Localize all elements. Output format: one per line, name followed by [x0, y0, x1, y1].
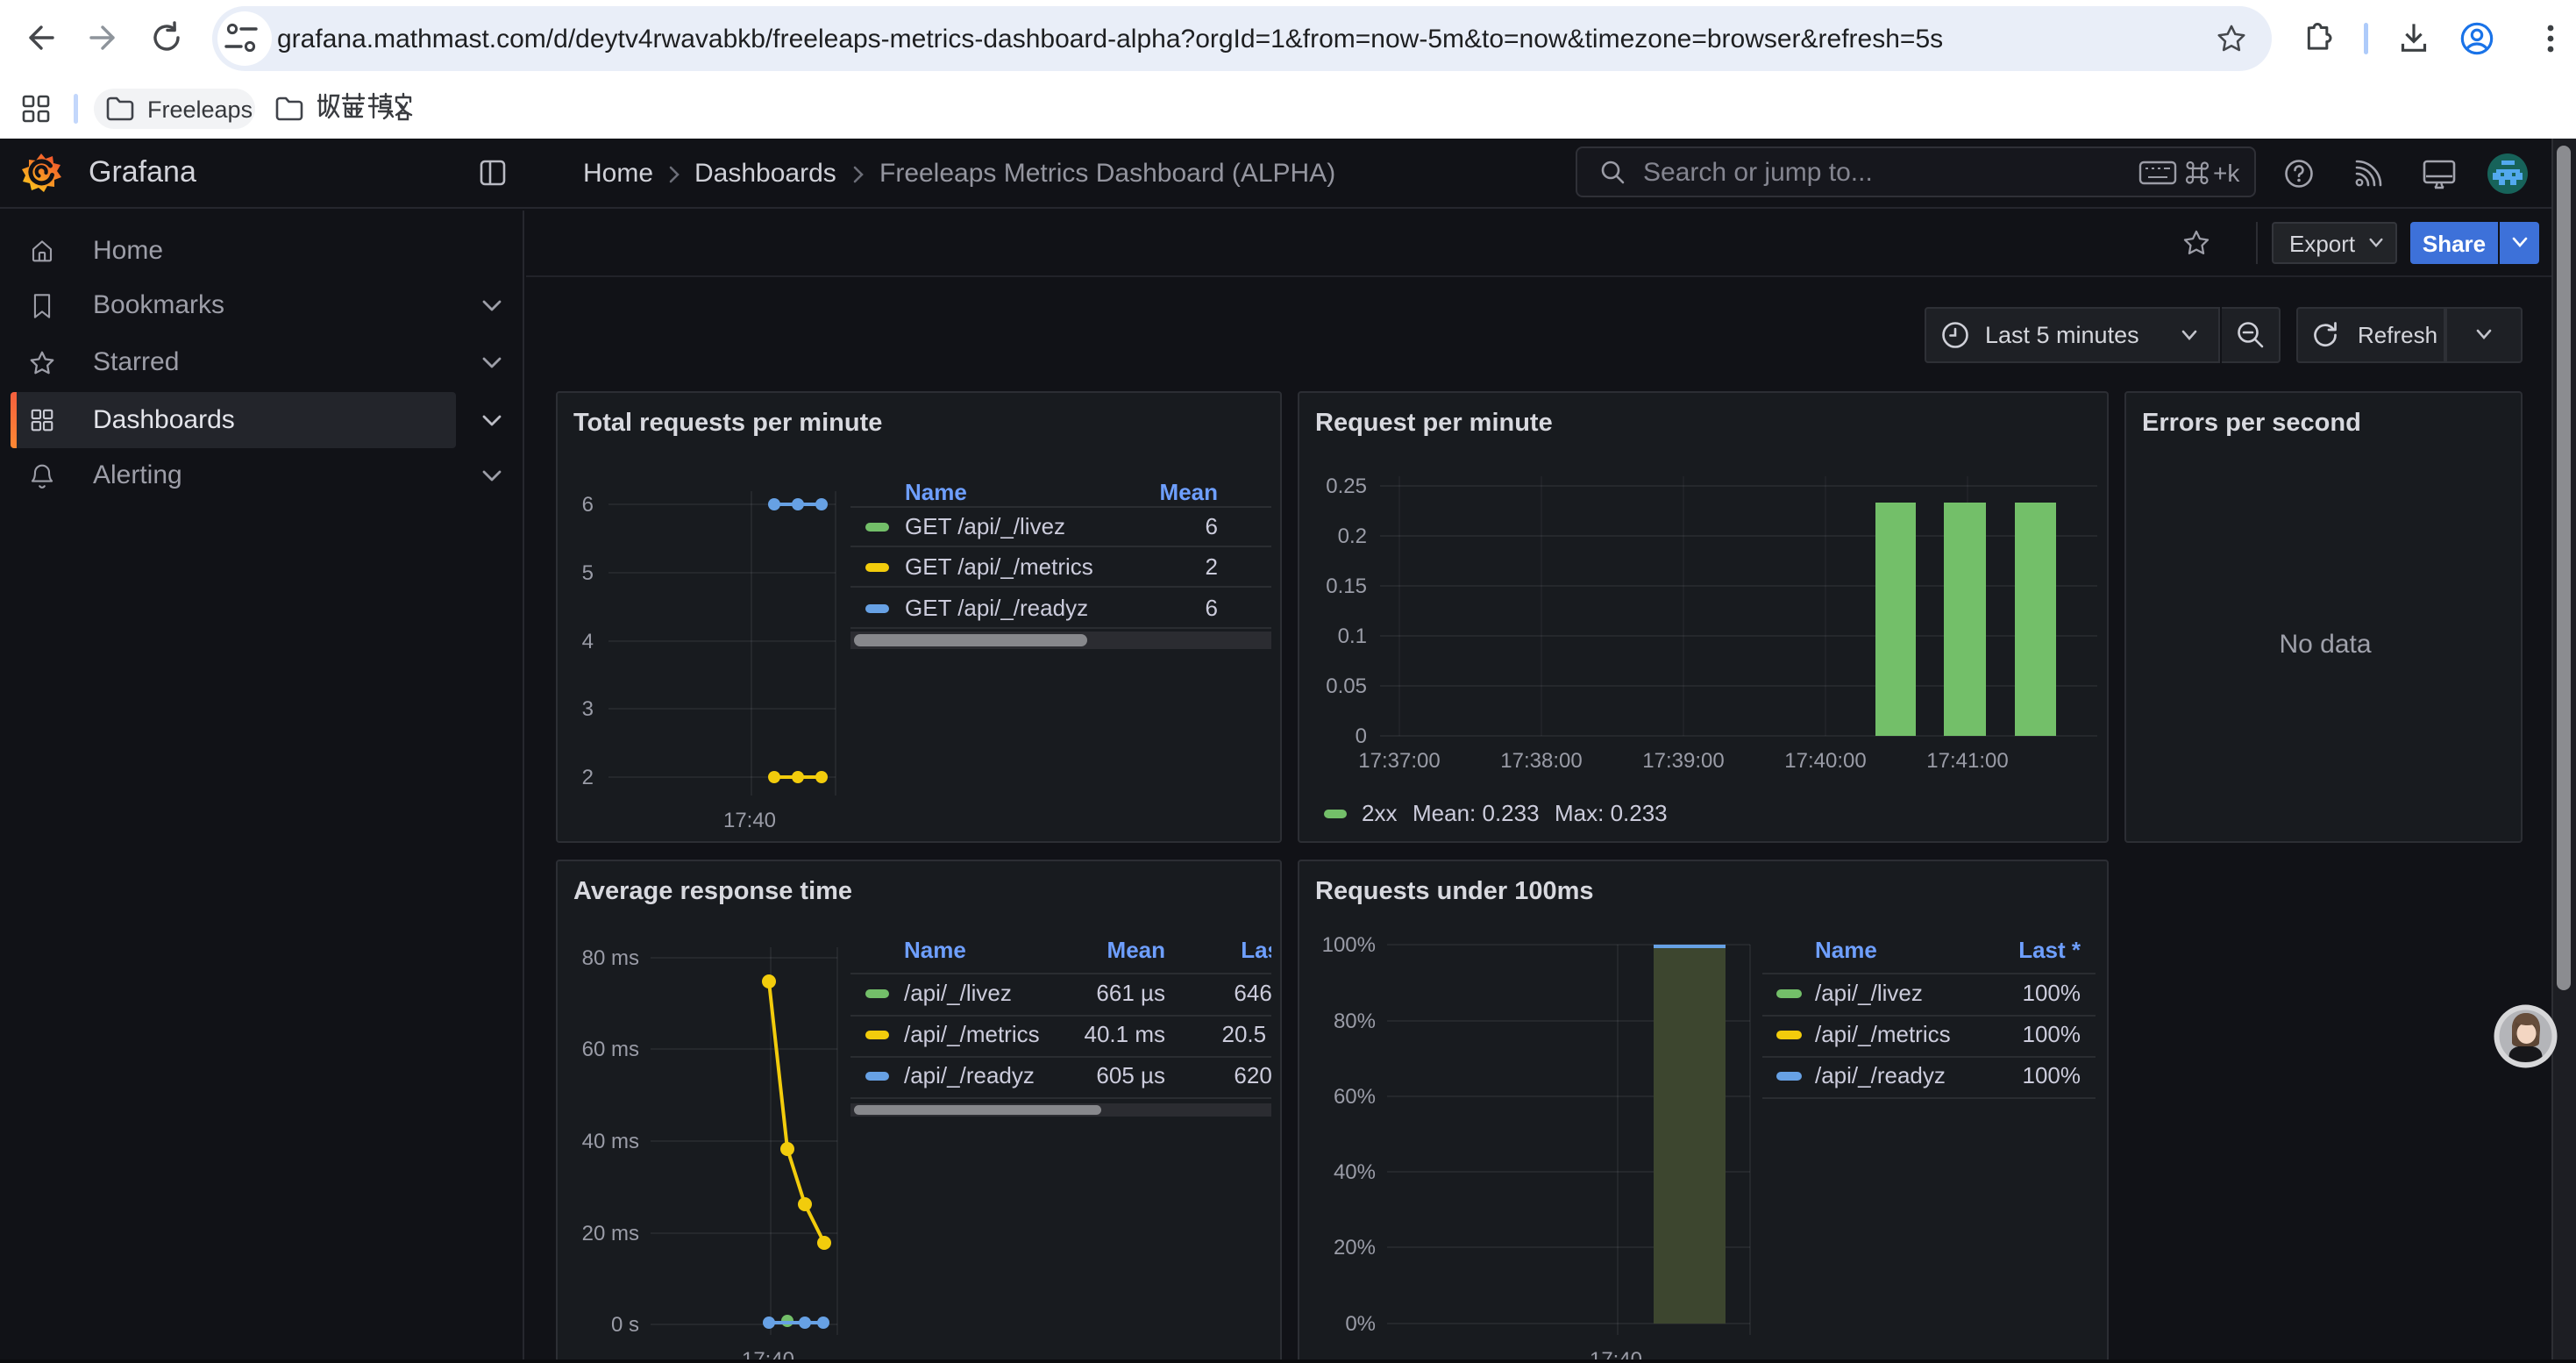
- svg-text:0.15: 0.15: [1326, 574, 1367, 598]
- svg-text:0.25: 0.25: [1326, 475, 1367, 498]
- svg-text:0%: 0%: [1345, 1312, 1376, 1336]
- svg-text:0.1: 0.1: [1338, 624, 1367, 648]
- svg-text:17:40:00: 17:40:00: [1784, 749, 1866, 773]
- svg-text:60 ms: 60 ms: [582, 1038, 639, 1061]
- svg-text:80 ms: 80 ms: [582, 946, 639, 970]
- svg-text:17:39:00: 17:39:00: [1642, 749, 1724, 773]
- svg-text:17:37:00: 17:37:00: [1358, 749, 1440, 773]
- svg-text:40 ms: 40 ms: [582, 1130, 639, 1153]
- svg-text:17:38:00: 17:38:00: [1500, 749, 1582, 773]
- svg-text:0: 0: [1356, 724, 1367, 748]
- svg-text:17:41:00: 17:41:00: [1926, 749, 2008, 773]
- svg-text:0.05: 0.05: [1326, 674, 1367, 698]
- svg-text:5: 5: [582, 561, 594, 585]
- svg-text:0.2: 0.2: [1338, 525, 1367, 548]
- svg-text:20 ms: 20 ms: [582, 1222, 639, 1245]
- svg-text:17:40: 17:40: [723, 809, 776, 832]
- svg-text:40%: 40%: [1334, 1160, 1376, 1184]
- svg-text:2: 2: [582, 766, 594, 789]
- svg-text:20%: 20%: [1334, 1236, 1376, 1260]
- svg-text:100%: 100%: [1322, 933, 1376, 957]
- svg-text:6: 6: [582, 493, 594, 517]
- svg-text:60%: 60%: [1334, 1085, 1376, 1109]
- svg-text:0 s: 0 s: [611, 1313, 639, 1337]
- svg-text:80%: 80%: [1334, 1010, 1376, 1033]
- svg-text:4: 4: [582, 630, 594, 653]
- svg-text:3: 3: [582, 697, 594, 721]
